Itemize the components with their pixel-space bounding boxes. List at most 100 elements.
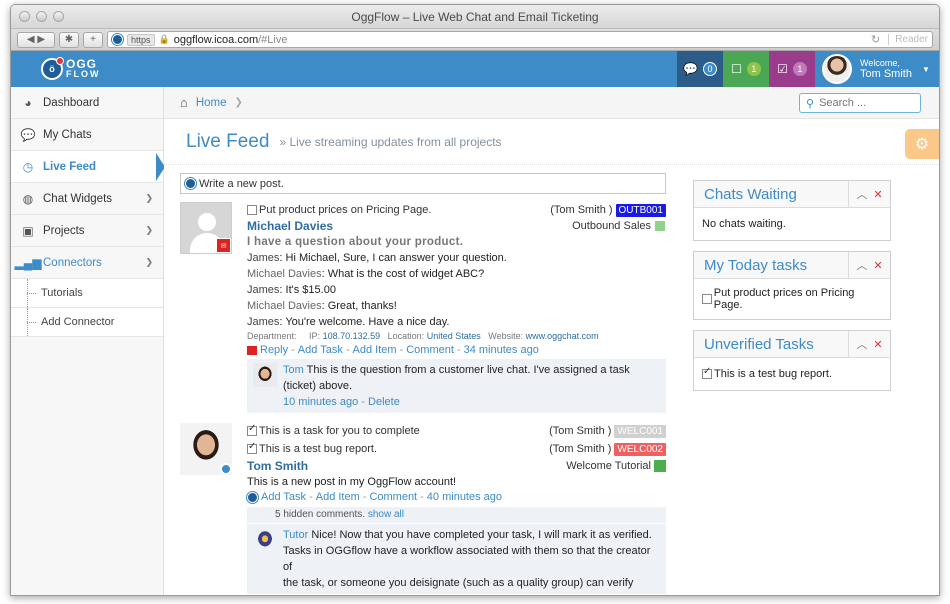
close-window-button[interactable]	[19, 11, 30, 22]
sidebar-item-live-feed[interactable]: ◷ Live Feed	[11, 151, 163, 183]
task-text: This is a task for you to complete	[259, 425, 420, 437]
task-text: Put product prices on Pricing Page.	[259, 204, 432, 216]
sidebar-item-label: Connectors	[43, 256, 102, 269]
widget-body: Put product prices on Pricing Page.	[694, 279, 890, 319]
project-name[interactable]: Outbound Sales	[572, 220, 651, 232]
reply-icon	[247, 345, 257, 355]
chats-waiting-widget: Chats Waiting ︿ ✕ No chats waiting.	[693, 180, 891, 241]
project-name[interactable]: Welcome Tutorial	[566, 460, 651, 472]
tickets-notification[interactable]: ☐ 1	[723, 51, 769, 87]
sidebar-item-dashboard[interactable]: ◕ Dashboard	[11, 87, 163, 119]
task-tag[interactable]: OUTB001	[615, 203, 666, 217]
chat-line: James: It's $15.00	[247, 284, 336, 296]
oggflow-mini-icon	[185, 178, 196, 189]
comment-author[interactable]: Tom	[283, 364, 304, 376]
reply-link[interactable]: Reply	[260, 343, 288, 357]
new-tab-button[interactable]: +	[83, 31, 103, 48]
add-task-link[interactable]: Add Task	[261, 490, 306, 504]
user-menu[interactable]: Welcome, Tom Smith ▼	[815, 51, 939, 87]
breadcrumb-home-link[interactable]: Home	[196, 97, 227, 109]
add-item-link[interactable]: Add Item	[316, 490, 360, 504]
search-input[interactable]: ⚲ Search ...	[799, 93, 921, 113]
page-header: Live Feed » Live streaming updates from …	[164, 119, 939, 165]
chat-icon: 💬	[683, 62, 698, 76]
live-feed: Write a new post. ✉ Put product prices o…	[180, 173, 666, 595]
zoom-window-button[interactable]	[53, 11, 64, 22]
author-row: Michael Davies Outbound Sales	[247, 218, 666, 234]
task-tag[interactable]: WELC002	[614, 442, 666, 456]
close-icon[interactable]: ✕	[873, 188, 882, 201]
collapse-chevron-icon[interactable]: ︿	[856, 257, 867, 273]
clock-icon: ◷	[22, 159, 34, 174]
search-icon: ⚲	[806, 97, 815, 110]
task-text: Put product prices on Pricing Page.	[713, 287, 855, 311]
collapse-chevron-icon[interactable]: ︿	[856, 186, 867, 202]
globe-icon: ◍	[22, 191, 34, 206]
comment-author[interactable]: Tutor	[283, 529, 308, 541]
back-forward-buttons[interactable]: ◀ ▶	[17, 31, 55, 48]
hidden-comments-count: 5 hidden comments.	[275, 509, 366, 520]
task-checkbox[interactable]	[702, 366, 712, 379]
task-checkbox[interactable]	[247, 205, 257, 215]
comment-link[interactable]: Comment	[406, 343, 454, 357]
url-host: oggflow.icoa.com	[173, 33, 259, 46]
sidebar-item-label: My Chats	[43, 128, 92, 141]
sidebar-item-chat-widgets[interactable]: ◍ Chat Widgets ❯	[11, 183, 163, 215]
chats-notification[interactable]: 💬 0	[677, 51, 723, 87]
post-subject: I have a question about your product.	[247, 236, 464, 248]
task-checkbox[interactable]	[247, 441, 257, 454]
sidebar-item-my-chats[interactable]: 💬 My Chats	[11, 119, 163, 151]
post-timestamp: 34 minutes ago	[463, 344, 539, 356]
sidebar-item-projects[interactable]: ▣ Projects ❯	[11, 215, 163, 247]
chevron-down-icon: ❯	[145, 193, 153, 203]
project-color-icon	[654, 220, 666, 232]
lock-icon: 🔒	[158, 34, 170, 44]
task-checkbox[interactable]	[702, 294, 712, 304]
comment-text: This is the question from a customer liv…	[283, 364, 630, 392]
extensions-button[interactable]: ✱	[59, 31, 79, 48]
ticket-square-icon: ☐	[731, 62, 742, 76]
hidden-comments-bar: 5 hidden comments. show all	[247, 507, 666, 523]
sidebar-subitem-add-connector[interactable]: Add Connector	[11, 308, 163, 337]
address-bar[interactable]: https 🔒 oggflow.icoa.com/#Live ↻ Reader	[107, 31, 933, 48]
task-owner: (Tom Smith )	[549, 443, 612, 455]
add-item-link[interactable]: Add Item	[353, 343, 397, 357]
oggflow-logo[interactable]: ö OGG FLOW	[11, 51, 164, 87]
site-favicon-icon	[112, 34, 123, 45]
post-author[interactable]: Michael Davies	[247, 219, 333, 233]
sidebar-subitem-tutorials[interactable]: Tutorials	[11, 279, 163, 308]
user-avatar	[822, 54, 852, 84]
reader-button[interactable]: Reader	[888, 34, 928, 45]
add-task-link[interactable]: Add Task	[298, 343, 343, 357]
settings-gear-button[interactable]: ⚙	[905, 129, 939, 159]
task-checkbox[interactable]	[247, 423, 257, 436]
minimize-window-button[interactable]	[36, 11, 47, 22]
tasks-notification[interactable]: ☑ 1	[769, 51, 815, 87]
user-name: Tom Smith	[860, 67, 912, 80]
post-comment: Tutor Nice! Now that you have completed …	[247, 524, 666, 594]
unverified-tasks-widget: Unverified Tasks ︿ ✕ This is a test bug r…	[693, 330, 891, 391]
chat-line: Michael Davies: Great, thanks!	[247, 300, 397, 312]
reload-icon[interactable]: ↻	[871, 33, 880, 46]
widget-body: No chats waiting.	[702, 218, 786, 230]
browser-toolbar: ◀ ▶ ✱ + https 🔒 oggflow.icoa.com/#Live ↻…	[11, 29, 939, 51]
widget-body: This is a test bug report.	[694, 358, 890, 390]
breadcrumb-separator-icon: ❯	[234, 97, 243, 108]
ticket-source-icon: ✉	[216, 238, 231, 253]
tutor-avatar	[253, 528, 277, 552]
forward-icon[interactable]: ▶	[37, 34, 45, 45]
new-post-input[interactable]: Write a new post.	[180, 173, 666, 194]
close-icon[interactable]: ✕	[873, 338, 882, 351]
show-all-comments-link[interactable]: show all	[368, 509, 404, 520]
post-author[interactable]: Tom Smith	[247, 459, 308, 473]
delete-comment-link[interactable]: Delete	[368, 396, 400, 408]
collapse-chevron-icon[interactable]: ︿	[856, 336, 867, 352]
back-icon[interactable]: ◀	[27, 34, 35, 45]
new-post-placeholder: Write a new post.	[199, 177, 284, 190]
task-owner: (Tom Smith )	[549, 425, 612, 437]
close-icon[interactable]: ✕	[873, 259, 882, 272]
comment-link[interactable]: Comment	[369, 490, 417, 504]
post-actions: Add Task - Add Item - Comment - 40 minut…	[247, 490, 666, 504]
sidebar-item-connectors[interactable]: ▂▄▆ Connectors ❯	[11, 247, 163, 279]
task-tag[interactable]: WELC001	[614, 424, 666, 438]
